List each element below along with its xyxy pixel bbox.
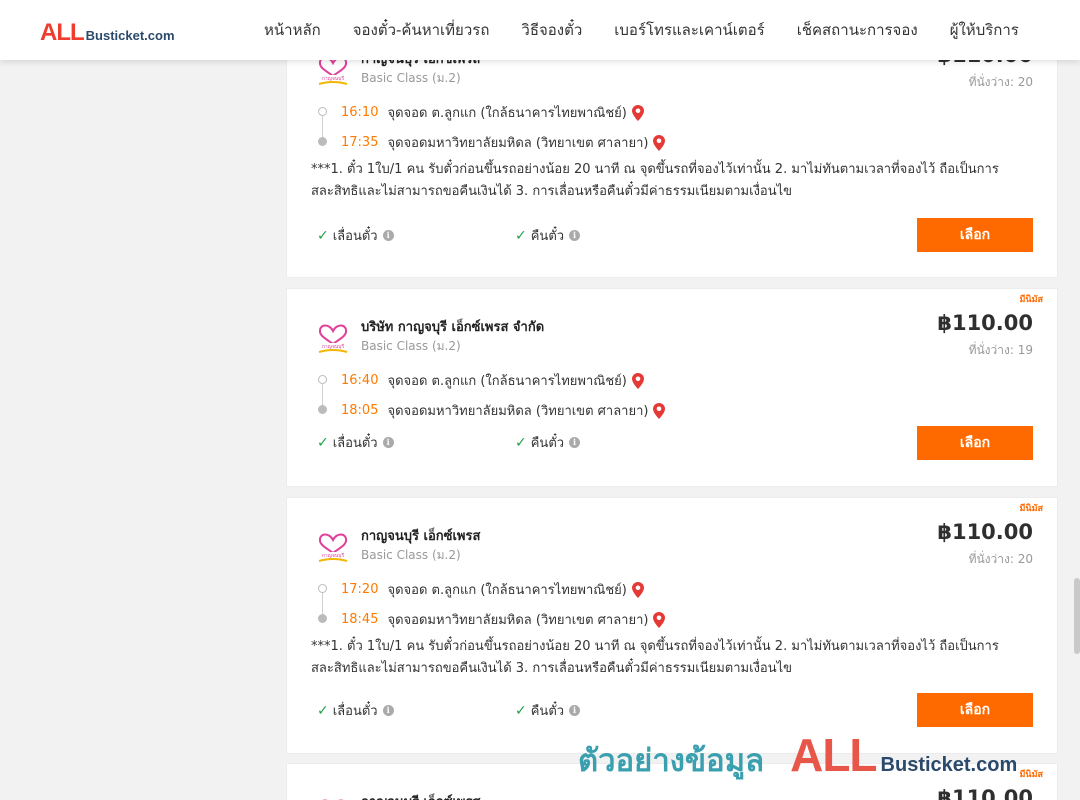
top-header: ALL Busticket.com หน้าหลัก จองตั๋ว-ค้นหา… xyxy=(0,0,1080,60)
info-icon[interactable]: i xyxy=(382,705,394,716)
map-pin-icon[interactable] xyxy=(653,611,666,628)
operator-logo-icon: กาญจนบุรี xyxy=(318,533,348,562)
ticket-price: ฿110.00 xyxy=(937,520,1033,544)
select-button[interactable]: เลือก xyxy=(917,218,1033,252)
promo-badge: มีนิมัส xyxy=(1019,504,1043,514)
map-pin-icon[interactable] xyxy=(631,581,644,598)
check-icon: ✓ xyxy=(317,434,329,451)
check-icon: ✓ xyxy=(317,227,329,244)
refund-label: คืนตั๋ว xyxy=(530,704,565,719)
nav-check-booking[interactable]: เช็คสถานะการจอง xyxy=(797,18,918,42)
page-scrollbar[interactable] xyxy=(1074,578,1080,654)
refund-feature: ✓ คืนตั๋ว i xyxy=(515,225,581,246)
operator-logo-icon xyxy=(322,799,344,800)
departure-stop: 17:20 จุดจอด ต.ลูกแก (ใกล้ธนาคารไทยพาณิช… xyxy=(341,579,644,600)
arrival-stop: 18:05 จุดจอดมหาวิทยาลัยมหิดล (วิทยาเขต ศ… xyxy=(341,400,666,421)
arrival-time: 18:05 xyxy=(341,403,379,418)
bus-class: Basic Class (ม.2) xyxy=(361,548,461,562)
arrival-place: จุดจอดมหาวิทยาลัยมหิดล (วิทยาเขต ศาลายา) xyxy=(387,404,649,419)
info-icon[interactable]: i xyxy=(382,230,394,241)
operator-name: กาญจนบุรี เอ็กซ์เพรส xyxy=(361,529,481,544)
promo-badge: มีนิมัส xyxy=(1019,770,1043,780)
map-pin-icon[interactable] xyxy=(631,104,644,121)
svg-text:กาญจนบุรี: กาญจนบุรี xyxy=(322,552,345,559)
departure-place: จุดจอด ต.ลูกแก (ใกล้ธนาคารไทยพาณิชย์) xyxy=(387,106,627,121)
arrival-stop: 17:35 จุดจอดมหาวิทยาลัยมหิดล (วิทยาเขต ศ… xyxy=(341,132,666,153)
refund-label: คืนตั๋ว xyxy=(530,229,565,244)
refund-label: คืนตั๋ว xyxy=(530,436,565,451)
seats-available: ที่นั่งว่าง: 20 xyxy=(968,75,1033,89)
refund-feature: ✓ คืนตั๋ว i xyxy=(515,432,581,453)
bus-class: Basic Class (ม.2) xyxy=(361,71,461,85)
check-icon: ✓ xyxy=(515,702,527,719)
reschedule-feature: ✓ เลื่อนตั๋ว i xyxy=(317,700,394,721)
operator-name: บริษัท กาญจบุรี เอ็กซ์เพรส จำกัด xyxy=(361,320,545,335)
arrival-time: 18:45 xyxy=(341,612,379,627)
reschedule-label: เลื่อนตั๋ว xyxy=(332,704,378,719)
reschedule-feature: ✓ เลื่อนตั๋ว i xyxy=(317,432,394,453)
nav-contact-counters[interactable]: เบอร์โทรและเคาน์เตอร์ xyxy=(614,18,764,42)
select-button[interactable]: เลือก xyxy=(917,693,1033,727)
main-nav: หน้าหลัก จองตั๋ว-ค้นหาเที่ยวรถ วิธีจองตั… xyxy=(264,0,1051,60)
operator-name: กาญจนบุรี เอ็กซ์เพรส xyxy=(361,791,480,800)
departure-dot xyxy=(318,584,327,593)
nav-how-to-book[interactable]: วิธีจองตั๋ว xyxy=(521,18,582,42)
departure-time: 17:20 xyxy=(341,582,379,597)
departure-time: 16:10 xyxy=(341,105,379,120)
departure-time: 16:40 xyxy=(341,373,379,388)
nav-operators[interactable]: ผู้ให้บริการ xyxy=(950,18,1019,42)
select-button[interactable]: เลือก xyxy=(917,426,1033,460)
ticket-conditions: ***1. ตั๋ว 1ใบ/1 คน รับตั๋วก่อนขึ้นรถอย่… xyxy=(311,162,999,199)
trip-card: มีนิมัส กาญจนบุรี กาญจนบุรี เอ็กซ์เพรส B… xyxy=(286,497,1058,754)
ticket-price: ฿110.00 xyxy=(937,786,1033,800)
nav-book-ticket[interactable]: จองตั๋ว-ค้นหาเที่ยวรถ xyxy=(353,18,490,42)
svg-text:กาญจนบุรี: กาญจนบุรี xyxy=(322,75,345,82)
bus-class: Basic Class (ม.2) xyxy=(361,339,461,353)
check-icon: ✓ xyxy=(317,702,329,719)
info-icon[interactable]: i xyxy=(382,437,394,448)
logo-domain-text: Busticket.com xyxy=(85,28,175,43)
map-pin-icon[interactable] xyxy=(653,134,666,151)
arrival-dot xyxy=(318,405,327,414)
nav-home[interactable]: หน้าหลัก xyxy=(264,18,321,42)
map-pin-icon[interactable] xyxy=(653,402,666,419)
promo-badge: มีนิมัส xyxy=(1019,295,1043,305)
arrival-time: 17:35 xyxy=(341,135,379,150)
operator-logo-icon: กาญจนบุรี xyxy=(318,324,348,353)
check-icon: ✓ xyxy=(515,227,527,244)
trip-card: มีนิมัส กาญจนบุรี เอ็กซ์เพรส ฿110.00 xyxy=(286,763,1058,800)
departure-stop: 16:10 จุดจอด ต.ลูกแก (ใกล้ธนาคารไทยพาณิช… xyxy=(341,102,644,123)
departure-place: จุดจอด ต.ลูกแก (ใกล้ธนาคารไทยพาณิชย์) xyxy=(387,583,627,598)
arrival-dot xyxy=(318,137,327,146)
logo-all-text: ALL xyxy=(40,19,85,46)
arrival-stop: 18:45 จุดจอดมหาวิทยาลัยมหิดล (วิทยาเขต ศ… xyxy=(341,609,666,630)
arrival-place: จุดจอดมหาวิทยาลัยมหิดล (วิทยาเขต ศาลายา) xyxy=(387,136,649,151)
departure-dot xyxy=(318,375,327,384)
trip-card: มีนิมัส กาญจนบุรี บริษัท กาญจบุรี เอ็กซ์… xyxy=(286,288,1058,487)
arrival-place: จุดจอดมหาวิทยาลัยมหิดล (วิทยาเขต ศาลายา) xyxy=(387,613,649,628)
site-logo[interactable]: ALL Busticket.com xyxy=(40,19,175,47)
reschedule-label: เลื่อนตั๋ว xyxy=(332,229,378,244)
reschedule-feature: ✓ เลื่อนตั๋ว i xyxy=(317,225,394,246)
seats-available: ที่นั่งว่าง: 19 xyxy=(968,343,1033,357)
reschedule-label: เลื่อนตั๋ว xyxy=(332,436,378,451)
info-icon[interactable]: i xyxy=(569,437,581,448)
departure-place: จุดจอด ต.ลูกแก (ใกล้ธนาคารไทยพาณิชย์) xyxy=(387,374,627,389)
refund-feature: ✓ คืนตั๋ว i xyxy=(515,700,581,721)
departure-dot xyxy=(318,107,327,116)
svg-text:กาญจนบุรี: กาญจนบุรี xyxy=(322,343,345,350)
seats-available: ที่นั่งว่าง: 20 xyxy=(968,552,1033,566)
map-pin-icon[interactable] xyxy=(631,372,644,389)
info-icon[interactable]: i xyxy=(569,705,581,716)
arrival-dot xyxy=(318,614,327,623)
ticket-conditions: ***1. ตั๋ว 1ใบ/1 คน รับตั๋วก่อนขึ้นรถอย่… xyxy=(311,639,999,676)
check-icon: ✓ xyxy=(515,434,527,451)
info-icon[interactable]: i xyxy=(569,230,581,241)
ticket-price: ฿110.00 xyxy=(937,311,1033,335)
departure-stop: 16:40 จุดจอด ต.ลูกแก (ใกล้ธนาคารไทยพาณิช… xyxy=(341,370,644,391)
